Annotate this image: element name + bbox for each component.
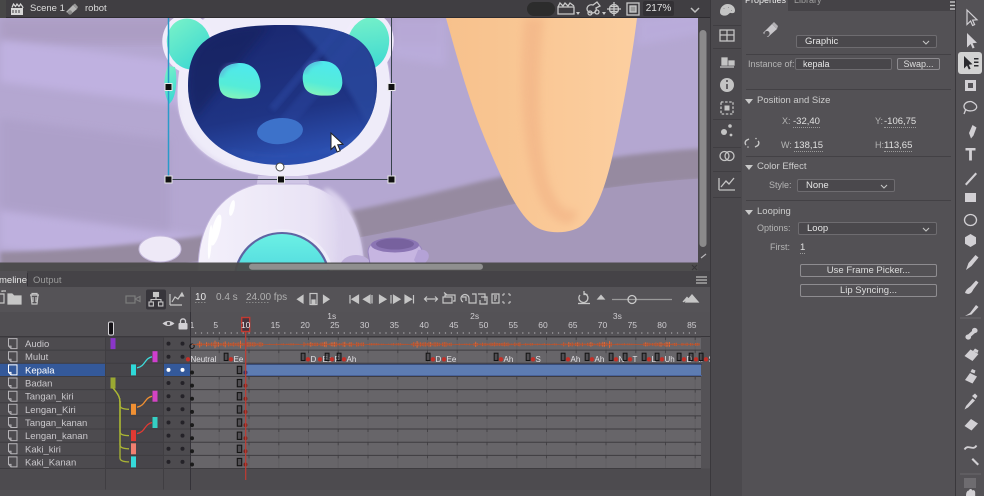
svg-text:S: S [536,355,541,364]
svg-text:10: 10 [195,292,207,303]
svg-text:Mulut: Mulut [25,352,49,363]
svg-text:85: 85 [687,320,697,330]
svg-text:3s: 3s [613,311,622,321]
svg-text:30: 30 [360,320,370,330]
svg-text:2s: 2s [470,311,479,321]
svg-text:Ee: Ee [447,355,457,364]
svg-text:5: 5 [213,320,218,330]
svg-text:Lengan_kanan: Lengan_kanan [25,431,88,442]
svg-text:35: 35 [390,320,400,330]
svg-text:Ah: Ah [571,355,581,364]
svg-text:Uh: Uh [665,355,675,364]
svg-text:Tangan_kanan: Tangan_kanan [25,418,87,429]
svg-text:meline: meline [0,275,27,286]
svg-text:24.00 fps: 24.00 fps [246,292,287,303]
svg-text:70: 70 [598,320,608,330]
svg-text:1s: 1s [327,311,336,321]
svg-text:80: 80 [657,320,667,330]
svg-text:55: 55 [509,320,519,330]
svg-text:Tangan_kiri: Tangan_kiri [25,392,74,403]
svg-text:Kaki_Kanan: Kaki_Kanan [25,457,76,468]
svg-text:Kepala: Kepala [25,365,55,376]
svg-text:Ah: Ah [504,355,514,364]
svg-text:D: D [436,355,442,364]
svg-text:Kaki_kiri: Kaki_kiri [25,444,61,455]
svg-text:50: 50 [479,320,489,330]
svg-text:45: 45 [449,320,459,330]
svg-text:60: 60 [538,320,548,330]
svg-text:0.4 s: 0.4 s [216,292,238,303]
svg-text:Lengan_Kiri: Lengan_Kiri [25,405,76,416]
svg-text:75: 75 [628,320,638,330]
svg-text:Badan: Badan [25,379,52,390]
svg-text:D: D [311,355,317,364]
svg-text:40: 40 [419,320,429,330]
svg-text:Neutral: Neutral [191,355,217,364]
svg-text:10: 10 [241,320,251,330]
svg-text:Audio: Audio [25,339,49,350]
svg-text:65: 65 [568,320,578,330]
svg-text:Output: Output [33,275,62,286]
svg-text:25: 25 [330,320,340,330]
svg-text:Ah: Ah [595,355,605,364]
svg-text:Ah: Ah [347,355,357,364]
svg-text:T: T [633,355,638,364]
svg-text:15: 15 [271,320,281,330]
svg-text:20: 20 [300,320,310,330]
svg-text:Ee: Ee [234,355,244,364]
